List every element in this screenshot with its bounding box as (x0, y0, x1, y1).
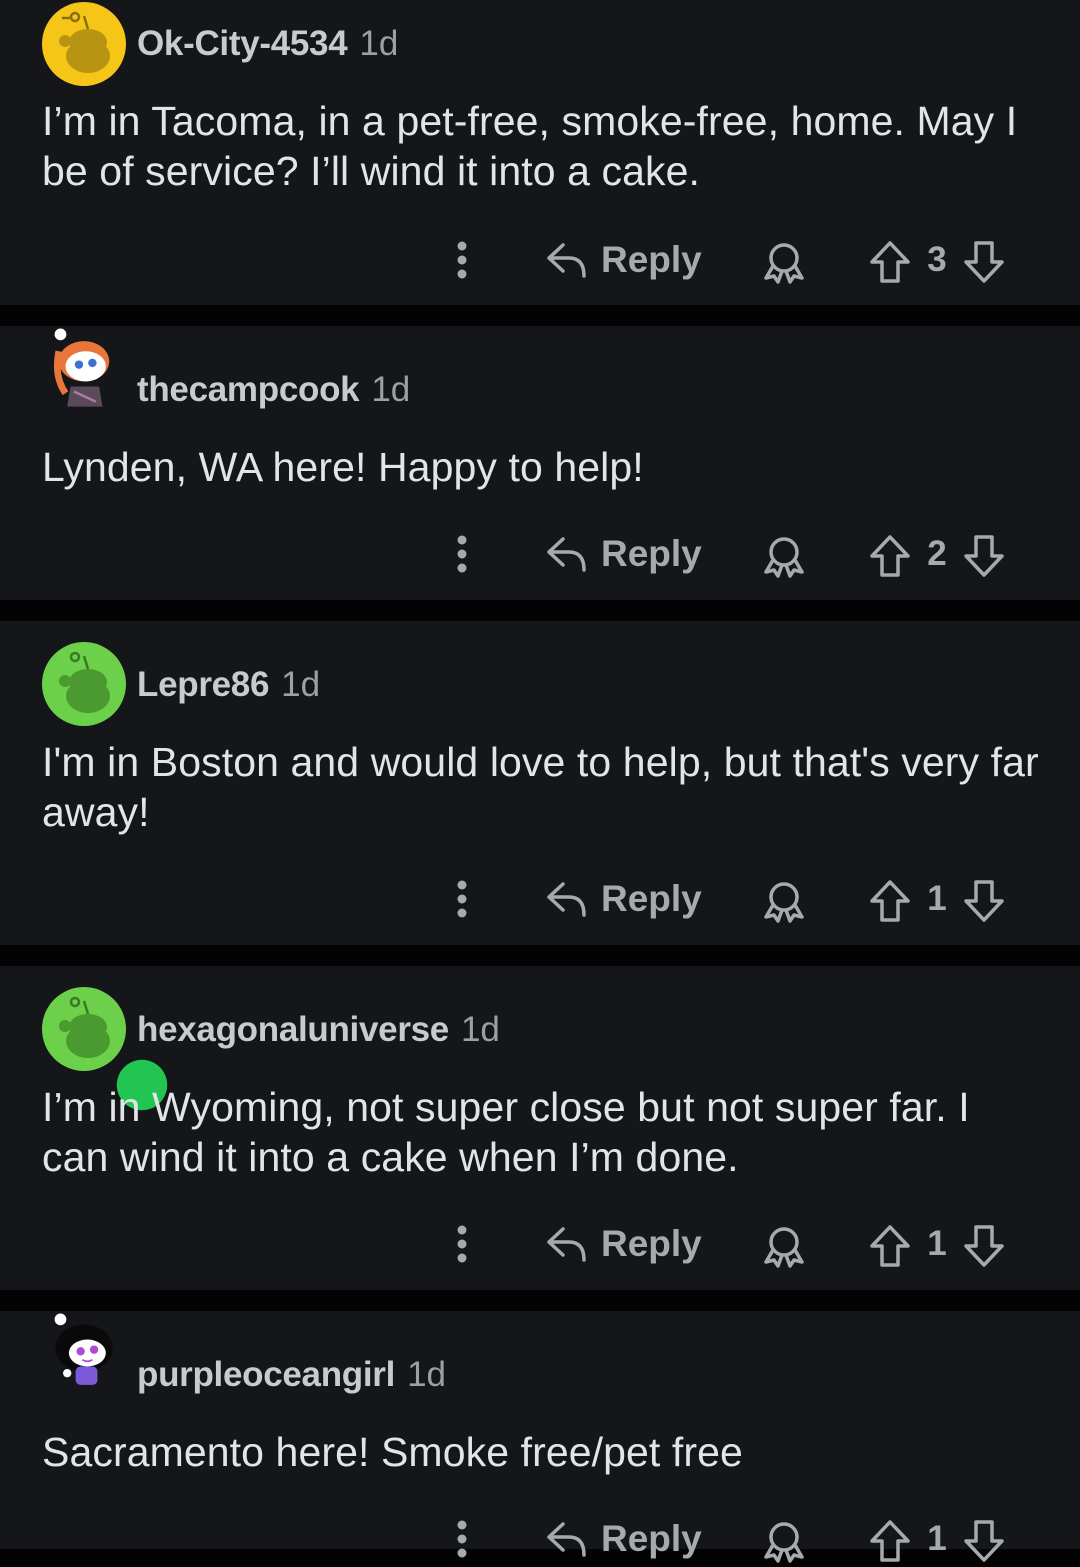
custom-snoo-avatar-icon (53, 328, 110, 407)
upvote-arrow-icon (870, 241, 910, 283)
timestamp: 1d (281, 665, 321, 704)
downvote-arrow-icon (964, 241, 1004, 283)
username[interactable]: Ok-City-4534 (137, 24, 348, 63)
downvote-button[interactable] (962, 1224, 1006, 1268)
reply-arrow-icon (547, 1227, 586, 1262)
vertical-dots-icon (457, 241, 467, 279)
username[interactable]: hexagonaluniverse (137, 1010, 449, 1049)
vertical-dots-icon (457, 880, 467, 918)
reply-label: Reply (601, 1223, 702, 1264)
comment-card: thecampcook 1d Lynden, WA here! Happy to … (0, 326, 1080, 600)
avatar[interactable] (42, 642, 126, 726)
reply-arrow-icon (547, 537, 586, 572)
award-button[interactable] (760, 532, 808, 580)
more-options-button[interactable] (440, 530, 484, 578)
award-button[interactable] (760, 877, 808, 925)
award-icon (764, 537, 804, 578)
comment-meta: Lepre86 1d (137, 663, 320, 707)
vote-score: 3 (927, 240, 947, 279)
more-options-button[interactable] (440, 1220, 484, 1268)
downvote-arrow-icon (964, 1520, 1004, 1562)
reply-button[interactable]: Reply (545, 526, 702, 582)
more-options-button[interactable] (440, 875, 484, 923)
avatar[interactable] (42, 1311, 126, 1395)
comment-text: I'm in Boston and would love to help, bu… (42, 739, 1039, 835)
upvote-arrow-icon (870, 535, 910, 577)
award-button[interactable] (760, 1222, 808, 1270)
comment-actions: Reply 1 (0, 1216, 1080, 1272)
more-options-button[interactable] (440, 1515, 484, 1563)
upvote-button[interactable] (868, 1519, 912, 1563)
vertical-dots-icon (457, 1520, 467, 1558)
comment-card: hexagonaluniverse 1d I’m in Wyoming, not … (0, 966, 1080, 1290)
downvote-button[interactable] (962, 534, 1006, 578)
comment-card: purpleoceangirl 1d Sacramento here! Smoke… (0, 1311, 1080, 1563)
avatar[interactable] (42, 2, 126, 86)
downvote-button[interactable] (962, 240, 1006, 284)
comment-actions: Reply 1 (0, 871, 1080, 927)
reply-label: Reply (601, 1518, 702, 1559)
snoo-avatar-icon (42, 642, 126, 726)
reply-arrow-icon (547, 1522, 586, 1557)
downvote-arrow-icon (964, 535, 1004, 577)
comment-card: Ok-City-4534 1d I’m in Tacoma, in a pet-f… (0, 0, 1080, 305)
comment-text: I’m in Tacoma, in a pet-free, smoke-free… (42, 98, 1018, 194)
username[interactable]: thecampcook (137, 370, 360, 409)
vote-score: 1 (927, 1519, 947, 1558)
comment-actions: Reply 2 (0, 526, 1080, 582)
comment-meta: hexagonaluniverse 1d (137, 1008, 500, 1052)
reply-label: Reply (601, 239, 702, 280)
award-icon (764, 882, 804, 923)
avatar[interactable] (42, 326, 126, 410)
comment-meta: Ok-City-4534 1d (137, 22, 398, 66)
upvote-arrow-icon (870, 880, 910, 922)
timestamp: 1d (407, 1355, 446, 1394)
upvote-arrow-icon (870, 1225, 910, 1267)
reply-button[interactable]: Reply (545, 1216, 702, 1272)
username[interactable]: Lepre86 (137, 665, 269, 704)
award-icon (764, 243, 804, 284)
award-icon (764, 1227, 804, 1268)
vertical-dots-icon (457, 535, 467, 573)
upvote-button[interactable] (868, 534, 912, 578)
upvote-button[interactable] (868, 1224, 912, 1268)
snoo-avatar-icon (42, 2, 126, 86)
comment-meta: purpleoceangirl 1d (137, 1353, 446, 1397)
comment-meta: thecampcook 1d (137, 368, 410, 412)
reply-button[interactable]: Reply (545, 1511, 702, 1567)
reply-button[interactable]: Reply (545, 871, 702, 927)
reply-label: Reply (601, 878, 702, 919)
reply-arrow-icon (547, 243, 586, 278)
vertical-dots-icon (457, 1225, 467, 1263)
award-button[interactable] (760, 1517, 808, 1565)
timestamp: 1d (371, 370, 411, 409)
downvote-button[interactable] (962, 879, 1006, 923)
reply-arrow-icon (547, 882, 586, 917)
downvote-arrow-icon (964, 880, 1004, 922)
comment-card: Lepre86 1d I'm in Boston and would love t… (0, 621, 1080, 945)
upvote-arrow-icon (870, 1520, 910, 1562)
upvote-button[interactable] (868, 240, 912, 284)
vote-score: 1 (927, 879, 947, 918)
vote-score: 2 (927, 534, 947, 573)
award-icon (764, 1522, 804, 1563)
timestamp: 1d (359, 24, 399, 63)
comment-actions: Reply 3 (0, 232, 1080, 288)
award-button[interactable] (760, 238, 808, 286)
more-options-button[interactable] (440, 236, 484, 284)
avatar[interactable] (42, 987, 179, 1122)
comment-text: I’m in Wyoming, not super close but not … (42, 1084, 970, 1180)
reply-button[interactable]: Reply (545, 232, 702, 288)
timestamp: 1d (460, 1010, 500, 1049)
comment-actions: Reply 1 (0, 1511, 1080, 1567)
custom-snoo-avatar-icon (54, 1313, 113, 1385)
username[interactable]: purpleoceangirl (137, 1355, 395, 1394)
comment-text: Sacramento here! Smoke free/pet free (42, 1429, 743, 1475)
downvote-button[interactable] (962, 1519, 1006, 1563)
upvote-button[interactable] (868, 879, 912, 923)
comment-text: Lynden, WA here! Happy to help! (42, 444, 644, 490)
vote-score: 1 (927, 1224, 947, 1263)
reply-label: Reply (601, 533, 702, 574)
downvote-arrow-icon (964, 1225, 1004, 1267)
